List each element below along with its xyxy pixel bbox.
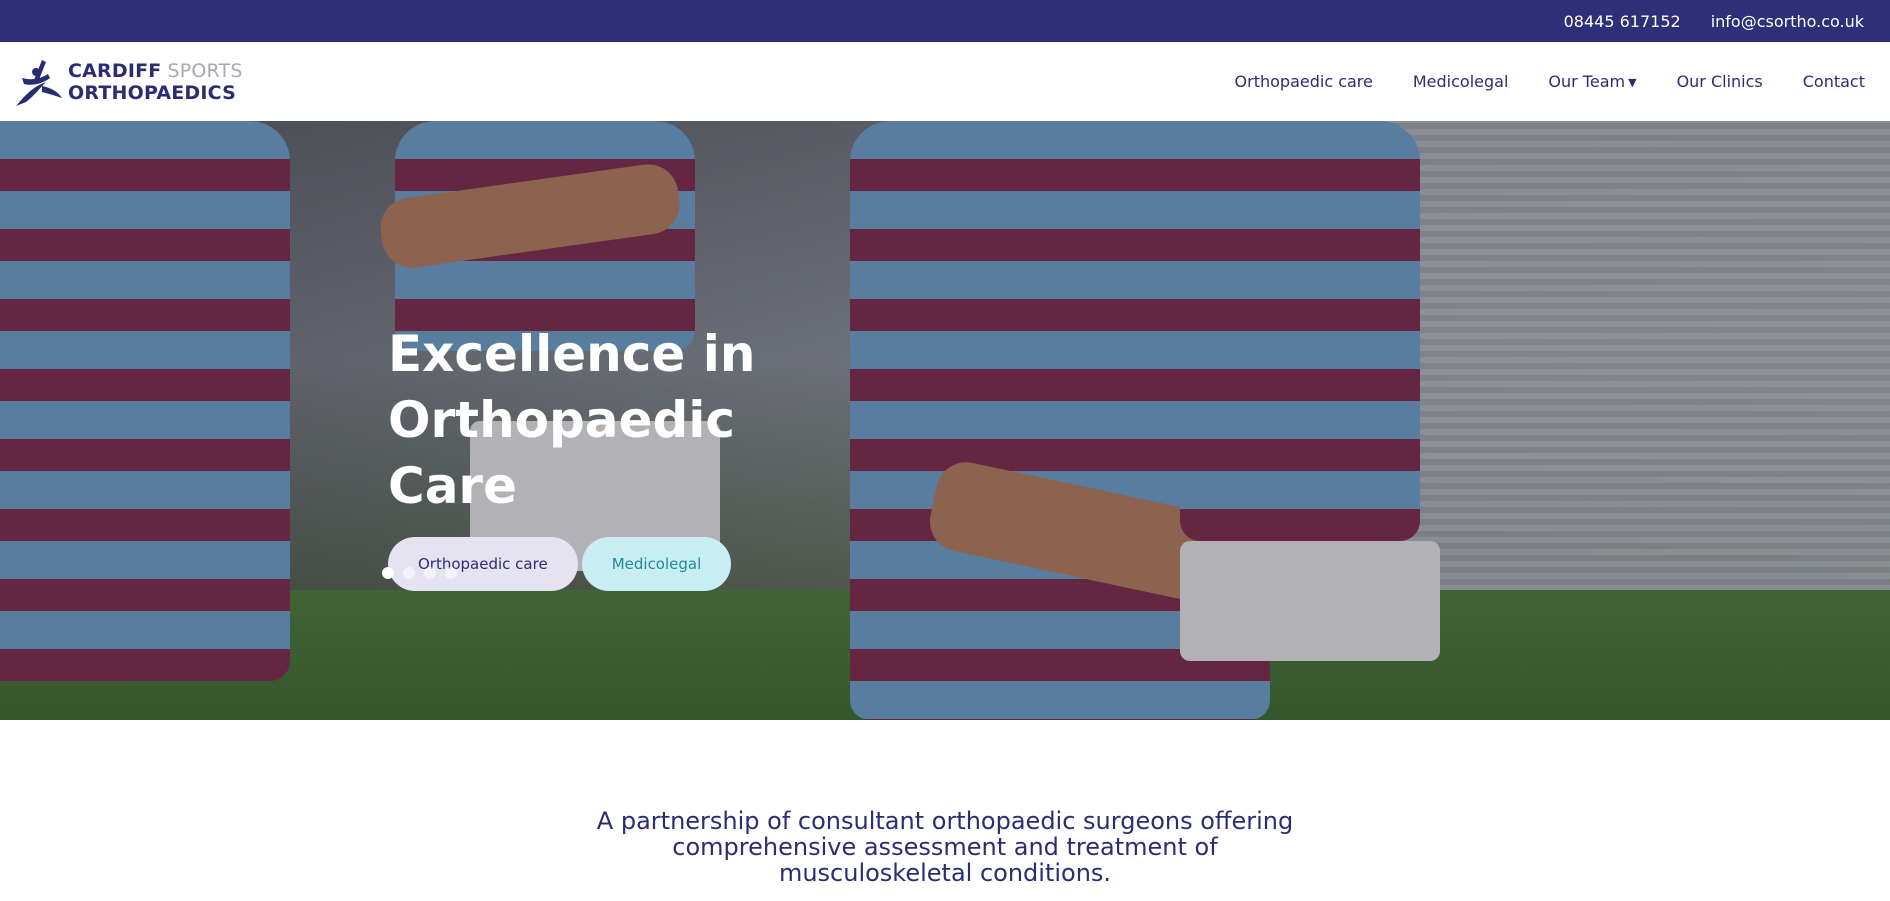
nav-medicolegal[interactable]: Medicolegal	[1413, 72, 1509, 91]
hero-slider: Excellence in Orthopaedic Care Orthopaed…	[0, 121, 1890, 720]
logo-orthopaedics: ORTHOPAEDICS	[68, 82, 237, 104]
runner-logo-icon	[12, 56, 64, 108]
logo-sports: SPORTS	[167, 60, 243, 82]
hero-title: Excellence in Orthopaedic Care	[388, 325, 756, 515]
nav-label: Our Clinics	[1676, 72, 1763, 91]
primary-nav: Orthopaedic care Medicolegal Our Team ▼ …	[1195, 42, 1865, 121]
site-logo[interactable]: CARDIFF SPORTS ORTHOPAEDICS	[12, 56, 243, 108]
nav-label: Our Team	[1548, 72, 1626, 91]
logo-cardiff: CARDIFF	[68, 60, 162, 82]
nav-label: Orthopaedic care	[1234, 72, 1373, 91]
slider-dots	[382, 567, 457, 579]
hero-orthopaedic-care-button[interactable]: Orthopaedic care	[388, 537, 578, 591]
slider-dot-3[interactable]	[424, 567, 436, 579]
main-navbar: CARDIFF SPORTS ORTHOPAEDICS Orthopaedic …	[0, 42, 1890, 121]
slider-dot-4[interactable]	[445, 567, 457, 579]
hero-content: Excellence in Orthopaedic Care Orthopaed…	[388, 321, 868, 591]
nav-our-clinics[interactable]: Our Clinics	[1677, 72, 1763, 91]
phone-link[interactable]: 08445 617152	[1564, 12, 1681, 31]
hero-buttons: Orthopaedic care Medicolegal	[388, 537, 868, 591]
caret-down-icon: ▼	[1628, 76, 1637, 89]
nav-contact[interactable]: Contact	[1803, 72, 1865, 91]
slider-dot-1[interactable]	[382, 567, 394, 579]
nav-orthopaedic-care[interactable]: Orthopaedic care	[1235, 72, 1373, 91]
hero-medicolegal-button[interactable]: Medicolegal	[581, 537, 732, 591]
email-link[interactable]: info@csortho.co.uk	[1711, 12, 1864, 31]
nav-label: Medicolegal	[1412, 72, 1509, 91]
slider-dot-2[interactable]	[403, 567, 415, 579]
nav-label: Contact	[1802, 72, 1865, 91]
intro-text: A partnership of consultant orthopaedic …	[596, 807, 1294, 887]
hero-overlay	[0, 121, 1890, 720]
logo-wordmark: CARDIFF SPORTS ORTHOPAEDICS	[68, 60, 243, 104]
top-contact-bar: 08445 617152 info@csortho.co.uk	[0, 0, 1890, 42]
nav-our-team[interactable]: Our Team ▼	[1548, 72, 1636, 91]
intro-section: A partnership of consultant orthopaedic …	[0, 808, 1890, 886]
